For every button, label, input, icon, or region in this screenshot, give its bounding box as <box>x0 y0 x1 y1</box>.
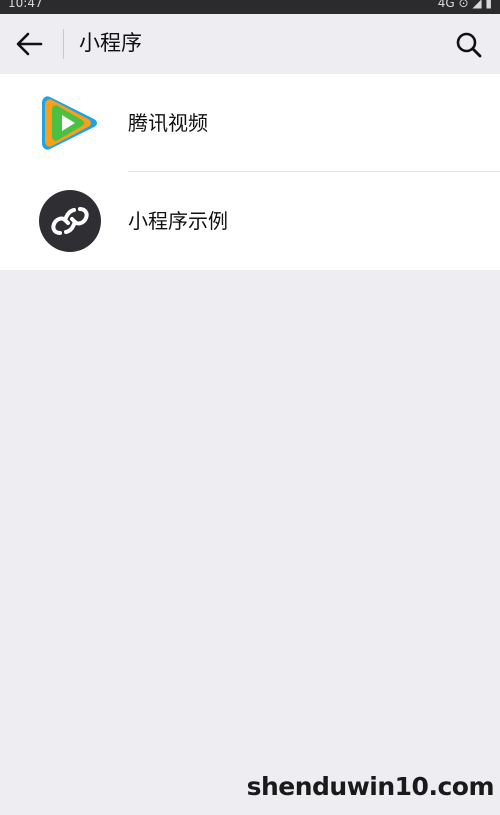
status-indicators: 4G ⊙ ◢ ▮ <box>437 0 492 10</box>
status-bar: 10:47 4G ⊙ ◢ ▮ <box>0 0 500 14</box>
list-item-mini-program-example[interactable]: 小程序示例 <box>0 172 500 270</box>
app-name: 小程序示例 <box>128 209 228 233</box>
nav-divider <box>63 29 64 59</box>
search-button[interactable] <box>454 30 484 60</box>
arrow-left-icon <box>16 32 43 56</box>
tencent-video-icon <box>42 96 97 150</box>
list-item-tencent-video[interactable]: 腾讯视频 <box>0 74 500 172</box>
page-title: 小程序 <box>79 31 142 55</box>
app-name: 腾讯视频 <box>128 111 208 135</box>
status-time: 10:47 <box>8 0 43 10</box>
mini-program-icon <box>39 190 101 252</box>
nav-bar: 小程序 <box>0 14 500 74</box>
back-button[interactable] <box>14 30 46 58</box>
mini-program-list: 腾讯视频 小程序示例 <box>0 74 500 270</box>
search-icon <box>456 32 482 58</box>
watermark: shenduwin10.com <box>246 772 495 801</box>
